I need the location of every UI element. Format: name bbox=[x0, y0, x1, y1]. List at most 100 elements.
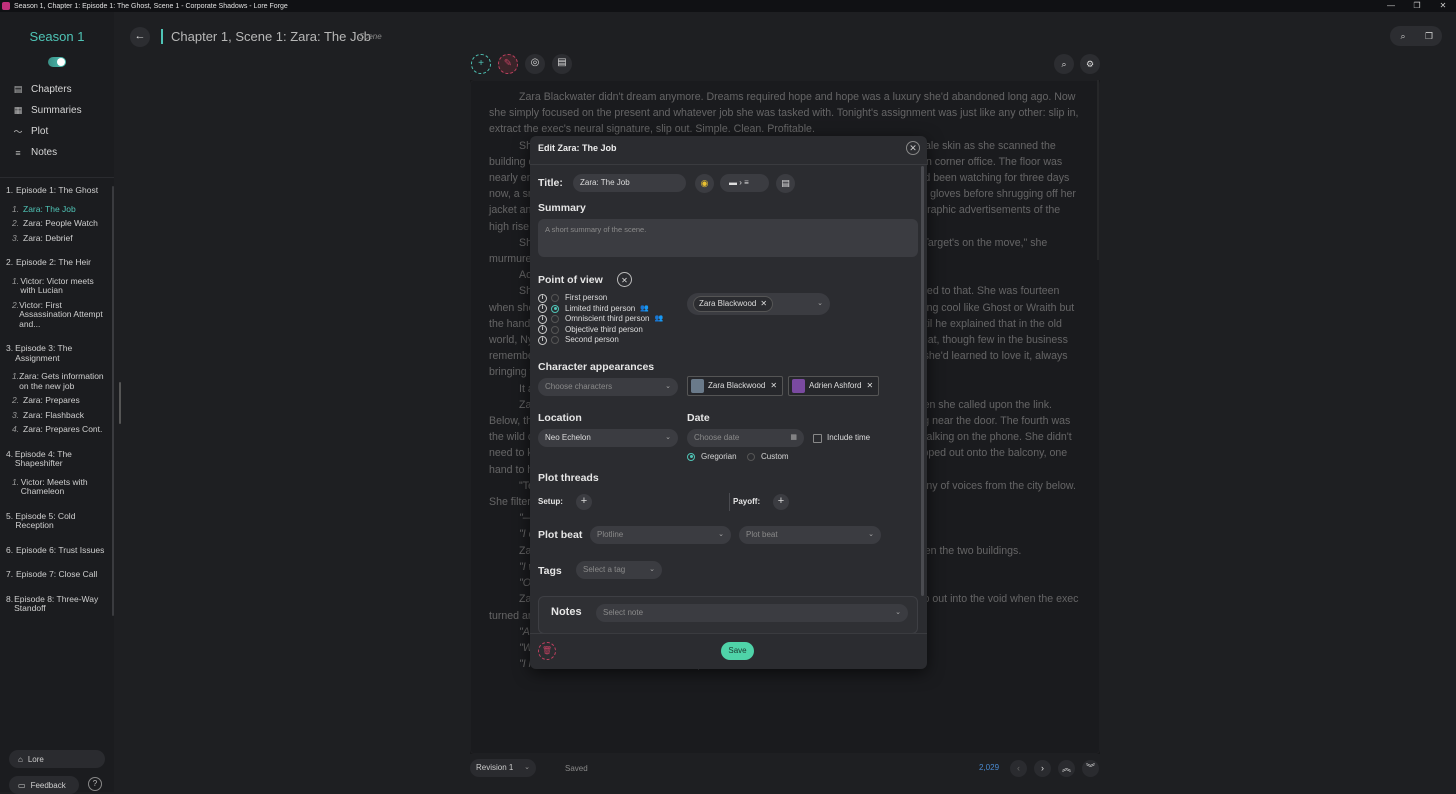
calendar-option-label: Custom bbox=[761, 452, 789, 461]
mode-toggle[interactable] bbox=[48, 57, 66, 67]
calendar-radio[interactable] bbox=[747, 452, 755, 461]
pov-radio[interactable] bbox=[551, 304, 559, 313]
remove-icon[interactable]: ✕ bbox=[866, 377, 873, 395]
pov-option[interactable]: i Omniscient third person 👥 bbox=[538, 314, 663, 325]
scene-item[interactable]: 1. Zara: Gets information on the new job bbox=[12, 371, 110, 391]
scene-item[interactable]: 2. Zara: People Watch bbox=[12, 218, 110, 229]
notes-label: Notes bbox=[551, 606, 582, 618]
window-controls: — ❐ ✕ bbox=[1378, 0, 1456, 12]
minimize-button[interactable]: — bbox=[1378, 0, 1404, 12]
episode-title[interactable]: 5. Episode 5: Cold Reception bbox=[6, 511, 110, 531]
pov-radio[interactable] bbox=[551, 325, 559, 334]
calendar-option-label: Gregorian bbox=[701, 452, 737, 461]
scene-item[interactable]: 4. Zara: Prepares Cont. bbox=[12, 424, 110, 435]
episode-title[interactable]: 3. Episode 3: The Assignment bbox=[6, 343, 110, 363]
save-button[interactable]: Save bbox=[721, 642, 754, 660]
settings-button[interactable]: ⚙ bbox=[1080, 54, 1100, 74]
feedback-button[interactable]: ▭ Feedback bbox=[9, 776, 79, 794]
sidebar-item-summaries[interactable]: ▦ Summaries bbox=[12, 100, 82, 121]
scene-item[interactable]: 2. Zara: Prepares bbox=[12, 395, 110, 406]
maximize-button[interactable]: ❐ bbox=[1404, 0, 1430, 12]
date-input[interactable]: Choose date ▦ bbox=[687, 429, 804, 447]
notes-select[interactable]: Select note ⌄ bbox=[596, 604, 908, 622]
episode-item: 8. Episode 8: Three-Way Standoff bbox=[6, 594, 110, 614]
season-title[interactable]: Season 1 bbox=[0, 29, 114, 44]
episode-title[interactable]: 4. Episode 4: The Shapeshifter bbox=[6, 449, 110, 469]
scene-item[interactable]: 1. Victor: Meets with Chameleon bbox=[12, 476, 110, 497]
pov-option[interactable]: i Limited third person 👥 bbox=[538, 304, 663, 315]
location-select[interactable]: Neo Echelon ⌄ bbox=[538, 429, 678, 447]
panel-resize-handle[interactable] bbox=[119, 382, 121, 424]
pov-radio[interactable] bbox=[551, 336, 559, 345]
add-payoff-button[interactable]: + bbox=[773, 494, 789, 510]
episode-title[interactable]: 7. Episode 7: Close Call bbox=[6, 569, 110, 580]
title-input[interactable]: Zara: The Job bbox=[573, 174, 686, 192]
episode-title[interactable]: 8. Episode 8: Three-Way Standoff bbox=[6, 594, 110, 614]
sidebar-item-plot[interactable]: 〜 Plot bbox=[12, 121, 82, 142]
plot-beat-select[interactable]: Plot beat ⌄ bbox=[739, 526, 881, 544]
notes-button[interactable]: ▤ bbox=[552, 54, 572, 74]
plotline-select[interactable]: Plotline ⌄ bbox=[590, 526, 731, 544]
pov-option[interactable]: i Second person bbox=[538, 335, 663, 346]
pov-option[interactable]: i First person bbox=[538, 293, 663, 304]
help-icon[interactable]: ? bbox=[88, 777, 102, 791]
scene-item[interactable]: 3. Zara: Debrief bbox=[12, 233, 110, 244]
episode-title[interactable]: 6. Episode 6: Trust Issues bbox=[6, 545, 110, 556]
edit-button[interactable]: ✎ bbox=[498, 54, 518, 74]
close-icon[interactable]: ✕ bbox=[906, 141, 920, 155]
pov-character-select[interactable]: Zara Blackwood ✕ ⌄ bbox=[687, 293, 830, 315]
pov-radio[interactable] bbox=[551, 294, 559, 303]
find-button[interactable]: ⌕ bbox=[1054, 54, 1074, 74]
episode-title[interactable]: 1. Episode 1: The Ghost bbox=[6, 185, 110, 196]
chevron-down-icon: ⌄ bbox=[649, 566, 655, 573]
notes-placeholder: Select note bbox=[603, 608, 644, 617]
pov-radio[interactable] bbox=[551, 315, 559, 324]
remove-icon[interactable]: ✕ bbox=[760, 297, 767, 311]
info-icon[interactable]: i bbox=[538, 314, 547, 324]
remove-icon[interactable]: ✕ bbox=[770, 377, 777, 395]
scroll-top-button[interactable]: ︽ bbox=[1058, 760, 1075, 777]
sidebar-item-chapters[interactable]: ▤ Chapters bbox=[12, 79, 82, 100]
episode-number: 7. bbox=[6, 569, 14, 579]
info-icon[interactable]: i bbox=[538, 304, 547, 314]
prev-scene-button[interactable]: ‹ bbox=[1010, 760, 1027, 777]
add-button[interactable]: + bbox=[471, 54, 491, 74]
dialog-scrollbar[interactable] bbox=[921, 166, 924, 596]
plot-beat-label: Plot beat bbox=[538, 529, 583, 541]
calendar-option[interactable]: Custom bbox=[747, 452, 789, 461]
scene-item[interactable]: 3. Zara: Flashback bbox=[12, 410, 110, 421]
sidebar-scrollbar[interactable] bbox=[112, 186, 114, 616]
panels-icon[interactable]: ❐ bbox=[1416, 26, 1442, 46]
clear-pov-icon[interactable]: ✕ bbox=[617, 272, 632, 287]
scene-item[interactable]: 2. Victor: First Assassination Attempt an… bbox=[12, 300, 110, 330]
view-mode-toggle[interactable]: ▬ › ≡ bbox=[720, 174, 769, 192]
sidebar-item-notes[interactable]: ≡ Notes bbox=[12, 142, 82, 163]
tags-select[interactable]: Select a tag ⌄ bbox=[576, 561, 662, 579]
status-target-icon[interactable]: ◉ bbox=[695, 174, 714, 193]
choose-characters-select[interactable]: Choose characters ⌄ bbox=[538, 378, 678, 396]
delete-scene-button[interactable]: 🗑 bbox=[538, 642, 556, 660]
lore-button[interactable]: ⌂ Lore bbox=[9, 750, 105, 768]
target-button[interactable]: ◎ bbox=[525, 54, 545, 74]
add-setup-button[interactable]: + bbox=[576, 494, 592, 510]
info-icon[interactable]: i bbox=[538, 293, 547, 303]
calendar-option[interactable]: Gregorian bbox=[687, 452, 737, 461]
scene-label: Victor: Meets with Chameleon bbox=[20, 476, 88, 496]
note-icon[interactable]: ▤ bbox=[776, 174, 795, 193]
info-icon[interactable]: i bbox=[538, 335, 547, 345]
include-time-checkbox[interactable] bbox=[813, 434, 822, 443]
scroll-bottom-button[interactable]: ︾ bbox=[1082, 760, 1099, 777]
calendar-radio[interactable] bbox=[687, 452, 695, 461]
revision-select[interactable]: Revision 1 ⌄ bbox=[470, 759, 536, 777]
episode-title[interactable]: 2. Episode 2: The Heir bbox=[6, 257, 110, 268]
info-icon[interactable]: i bbox=[538, 325, 547, 335]
summary-input[interactable]: A short summary of the scene. bbox=[538, 219, 918, 257]
pov-option[interactable]: i Objective third person bbox=[538, 325, 663, 336]
back-button[interactable]: ← bbox=[130, 27, 150, 47]
close-window-button[interactable]: ✕ bbox=[1430, 0, 1456, 12]
search-icon[interactable]: ⌕ bbox=[1390, 26, 1416, 46]
scene-list: 1. Victor: Meets with Chameleon bbox=[12, 476, 110, 497]
next-scene-button[interactable]: › bbox=[1034, 760, 1051, 777]
scene-item[interactable]: 1. Zara: The Job bbox=[12, 204, 110, 215]
scene-item[interactable]: 1. Victor: Victor meets with Lucian bbox=[12, 276, 110, 296]
